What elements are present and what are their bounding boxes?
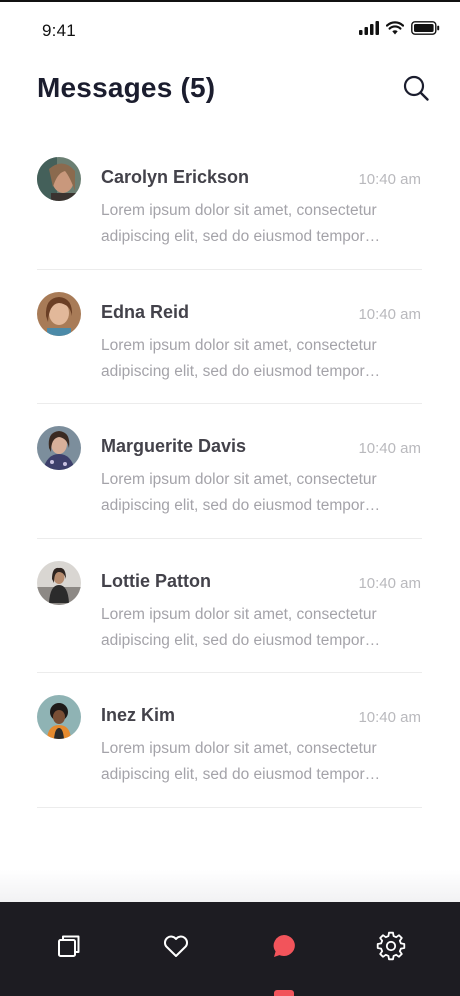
tab-bar [0, 902, 460, 996]
search-icon [402, 74, 430, 107]
message-item[interactable]: Lottie Patton 10:40 am Lorem ipsum dolor… [0, 539, 460, 673]
tab-collections[interactable] [49, 928, 89, 968]
message-time: 10:40 am [358, 574, 421, 592]
message-time: 10:40 am [358, 440, 421, 457]
avatar [37, 426, 81, 470]
chat-bubble-icon [270, 932, 298, 965]
signal-icon [359, 20, 379, 40]
collections-icon [55, 932, 83, 965]
contact-name: Lottie Patton [101, 570, 211, 591]
message-time: 10:40 am [358, 709, 421, 726]
header: Messages (5) [0, 60, 460, 120]
message-item[interactable]: Marguerite Davis 10:40 am Lorem ipsum do… [0, 404, 460, 539]
message-preview: Lorem ipsum dolor sit amet, consectetur … [101, 202, 377, 245]
message-item[interactable]: Carolyn Erickson 10:40 am Lorem ipsum do… [0, 135, 460, 270]
battery-icon [411, 20, 440, 40]
page-title: Messages (5) [37, 72, 216, 103]
message-preview: Lorem ipsum dolor sit amet, consectetur … [101, 605, 377, 649]
message-item[interactable]: Edna Reid 10:40 am Lorem ipsum dolor sit… [0, 270, 460, 404]
message-preview: Lorem ipsum dolor sit amet, consectetur … [101, 740, 377, 783]
message-item[interactable]: Inez Kim 10:40 am Lorem ipsum dolor sit … [0, 673, 460, 808]
message-time: 10:40 am [358, 171, 421, 188]
status-time: 9:41 [42, 21, 76, 40]
message-preview: Lorem ipsum dolor sit amet, consectetur … [101, 471, 377, 514]
gear-icon [376, 931, 406, 966]
active-tab-indicator [274, 990, 294, 996]
avatar [37, 560, 81, 605]
avatar [37, 695, 81, 739]
status-bar: 9:41 [0, 0, 460, 56]
tab-messages[interactable] [264, 928, 304, 968]
list-fade [0, 870, 460, 902]
heart-icon [162, 932, 190, 965]
wifi-icon [385, 20, 405, 40]
contact-name: Inez Kim [101, 705, 176, 725]
tab-settings[interactable] [371, 928, 411, 968]
contact-name: Carolyn Erickson [101, 167, 250, 187]
avatar [37, 291, 81, 336]
status-icons [359, 20, 440, 40]
message-list: Carolyn Erickson 10:40 am Lorem ipsum do… [0, 135, 460, 808]
contact-name: Edna Reid [101, 301, 190, 322]
contact-name: Marguerite Davis [101, 436, 247, 456]
tab-favorites[interactable] [156, 928, 196, 968]
divider [37, 806, 422, 808]
search-button[interactable] [400, 74, 432, 106]
message-time: 10:40 am [358, 305, 421, 323]
avatar [37, 157, 81, 201]
message-preview: Lorem ipsum dolor sit amet, consectetur … [101, 336, 377, 380]
